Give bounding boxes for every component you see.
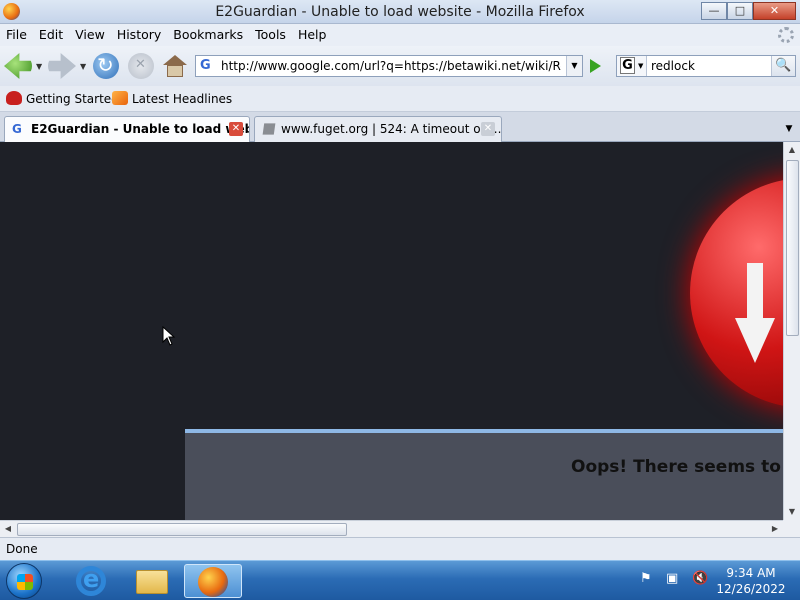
volume-muted-icon[interactable]: 🔇 [692,571,708,587]
taskbar-firefox[interactable] [184,564,242,598]
menu-bar: File Edit View History Bookmarks Tools Help [0,24,800,46]
window-title: E2Guardian - Unable to load website - Mo… [215,4,585,20]
status-text: Done [6,542,38,556]
chevron-down-icon: ▼ [638,62,644,70]
reload-button[interactable] [93,53,119,79]
window-controls: — □ ✕ [701,2,796,20]
page-favicon-icon [262,123,276,135]
search-bar[interactable]: G ▼ redlock 🔍 [616,55,796,77]
menu-view[interactable]: View [69,24,111,46]
back-history-dropdown-icon[interactable]: ▼ [36,62,42,71]
menu-help[interactable]: Help [292,24,333,46]
page-content[interactable]: Oops! There seems to b [0,142,783,520]
google-favicon-icon: G [12,122,22,136]
internet-explorer-icon [76,565,106,596]
close-tab-icon[interactable]: ✕ [481,122,495,136]
down-arrow-icon [735,263,775,363]
close-button[interactable]: ✕ [753,2,796,20]
forward-button[interactable] [48,53,76,79]
vertical-scrollbar[interactable]: ▲ ▼ [783,142,800,520]
clock[interactable]: 9:34 AM 12/26/2022 [712,565,790,597]
search-input[interactable]: redlock [651,59,695,73]
google-engine-icon: G [620,57,635,74]
horizontal-scroll-thumb[interactable] [17,523,347,536]
minimize-button[interactable]: — [701,2,727,20]
tab-label: E2Guardian - Unable to load webs... [31,122,250,136]
scroll-down-icon[interactable]: ▼ [784,504,800,520]
title-bar: E2Guardian - Unable to load website - Mo… [0,0,800,24]
menu-history[interactable]: History [111,24,167,46]
list-all-tabs-button[interactable]: ▼ [780,118,798,140]
taskbar: ⚑ ▣ 🔇 9:34 AM 12/26/2022 [0,560,800,600]
go-button[interactable] [586,57,604,75]
google-favicon-icon: G [200,58,211,73]
url-history-dropdown-icon[interactable]: ▼ [566,56,582,76]
firefox-icon [198,567,228,597]
scrollbar-corner [783,520,800,537]
rss-feed-icon [112,91,128,105]
network-icon[interactable]: ▣ [666,571,682,587]
status-bar: Done [0,537,800,560]
bookmarks-toolbar: Getting Started Latest Headlines [0,86,800,112]
error-panel: Oops! There seems to b [185,429,783,520]
scroll-right-icon[interactable]: ▶ [767,521,783,537]
search-engine-selector[interactable]: G ▼ [617,56,647,76]
tab-bar: G E2Guardian - Unable to load webs... ✕ … [0,112,800,142]
address-bar[interactable]: G http://www.google.com/url?q=https://be… [195,55,583,77]
navigation-toolbar: ▼ ▼ G http://www.google.com/url?q=https:… [0,46,800,86]
error-logo-icon [690,178,783,408]
taskbar-windows-explorer[interactable] [124,564,180,598]
tab-fuget[interactable]: www.fuget.org | 524: A timeout occ... ✕ [254,116,502,142]
throbber-icon [778,27,794,43]
url-text[interactable]: http://www.google.com/url?q=https://beta… [221,59,561,73]
tab-e2guardian[interactable]: G E2Guardian - Unable to load webs... ✕ [4,116,250,142]
tab-label: www.fuget.org | 524: A timeout occ... [281,122,502,136]
bookmark-latest-headlines[interactable]: Latest Headlines [112,91,232,106]
close-tab-icon[interactable]: ✕ [229,122,243,136]
menu-tools[interactable]: Tools [249,24,292,46]
home-button[interactable] [163,55,187,77]
menu-bookmarks[interactable]: Bookmarks [167,24,249,46]
forward-history-dropdown-icon[interactable]: ▼ [80,62,86,71]
folder-icon [136,570,168,594]
vertical-scroll-thumb[interactable] [786,160,799,336]
scroll-left-icon[interactable]: ◀ [0,521,16,537]
taskbar-internet-explorer[interactable] [62,564,118,598]
stop-button[interactable] [128,53,154,79]
firefox-bookmark-icon [6,91,22,105]
system-tray: ⚑ ▣ 🔇 [640,571,708,587]
clock-date: 12/26/2022 [716,582,786,596]
scroll-up-icon[interactable]: ▲ [784,142,800,158]
horizontal-scrollbar[interactable]: ◀ ▶ [0,520,783,537]
menu-file[interactable]: File [0,24,33,46]
back-button[interactable] [4,53,32,79]
start-button[interactable] [6,563,42,599]
maximize-button[interactable]: □ [727,2,753,20]
bookmark-getting-started[interactable]: Getting Started [6,91,119,106]
menu-edit[interactable]: Edit [33,24,69,46]
action-center-flag-icon[interactable]: ⚑ [640,571,656,587]
home-icon [163,55,187,65]
search-button[interactable]: 🔍 [771,56,795,76]
error-message: Oops! There seems to b [571,457,783,477]
clock-time: 9:34 AM [726,566,776,580]
windows-logo-icon [17,574,33,590]
